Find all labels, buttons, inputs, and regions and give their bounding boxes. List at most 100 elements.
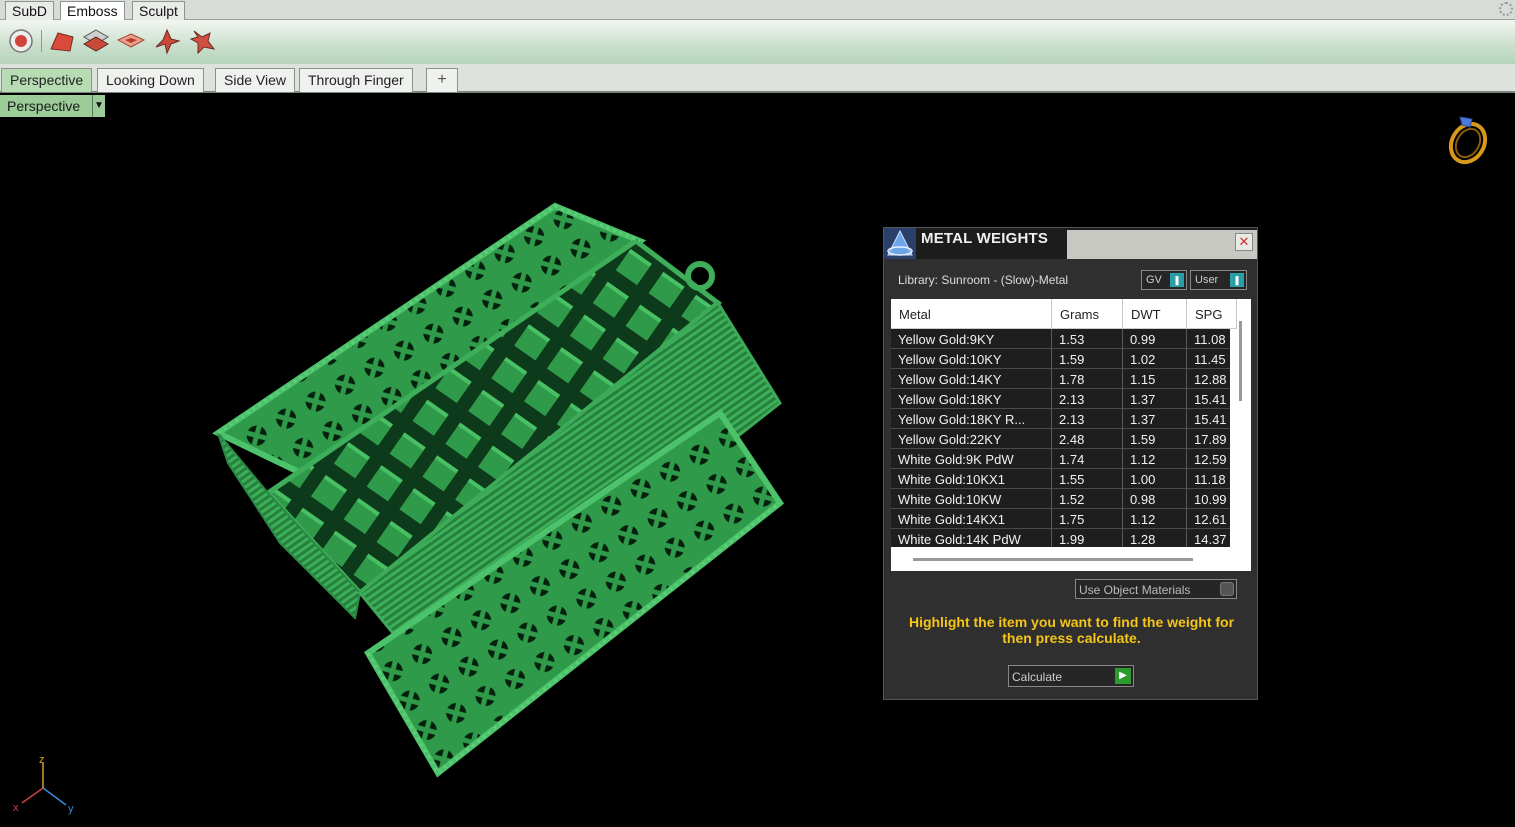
table-cell-grams: 1.55 — [1052, 469, 1123, 489]
axis-x-label: x — [13, 802, 19, 814]
table-cell-spg: 10.99 — [1187, 489, 1230, 509]
table-row[interactable]: Yellow Gold:9KY 1.53 0.99 11.08 — [891, 329, 1230, 349]
use-object-materials-label: Use Object Materials — [1079, 583, 1191, 597]
table-row[interactable]: Yellow Gold:22KY 2.48 1.59 17.89 — [891, 429, 1230, 449]
tab-perspective[interactable]: Perspective — [1, 68, 93, 92]
ring-view-icon[interactable] — [1444, 113, 1492, 165]
table-cell-metal: Yellow Gold:14KY — [891, 369, 1052, 389]
table-body: Yellow Gold:9KY 1.53 0.99 11.08 Yellow Gold:… — [891, 329, 1230, 547]
record-icon[interactable] — [7, 27, 35, 55]
table-cell-dwt: 1.28 — [1123, 529, 1187, 547]
tab-emboss[interactable]: Emboss — [60, 1, 125, 20]
column-header-grams[interactable]: Grams — [1052, 299, 1123, 329]
table-cell-dwt: 0.99 — [1123, 329, 1187, 349]
table-cell-metal: Yellow Gold:9KY — [891, 329, 1052, 349]
table-cell-dwt: 1.12 — [1123, 509, 1187, 529]
emboss-figure-icon[interactable] — [153, 27, 181, 55]
table-cell-metal: Yellow Gold:18KY R... — [891, 409, 1052, 429]
gv-dropdown-icon[interactable]: ❚ — [1170, 273, 1184, 287]
emboss-plane-icon[interactable] — [117, 27, 145, 55]
table-cell-grams: 1.52 — [1052, 489, 1123, 509]
use-object-materials-select[interactable]: Use Object Materials — [1075, 579, 1237, 599]
table-cell-grams: 1.74 — [1052, 449, 1123, 469]
table-row[interactable]: Yellow Gold:18KY R... 2.13 1.37 15.41 — [891, 409, 1230, 429]
table-cell-spg: 11.45 — [1187, 349, 1230, 369]
tab-side-view[interactable]: Side View — [215, 68, 296, 92]
table-row[interactable]: Yellow Gold:14KY 1.78 1.15 12.88 — [891, 369, 1230, 389]
table-cell-dwt: 1.37 — [1123, 389, 1187, 409]
axis-y-label: y — [68, 803, 74, 815]
vertical-scrollbar[interactable] — [1239, 321, 1242, 401]
tab-sculpt[interactable]: Sculpt — [132, 1, 185, 20]
gv-select[interactable]: GV ❚ — [1141, 270, 1187, 290]
use-object-materials-toggle-icon[interactable] — [1220, 582, 1234, 596]
column-header-dwt[interactable]: DWT — [1123, 299, 1187, 329]
panel-title-bar[interactable]: METAL WEIGHTS ✕ — [884, 228, 1257, 259]
table-cell-dwt: 1.15 — [1123, 369, 1187, 389]
metal-weights-panel: METAL WEIGHTS ✕ Library: Sunroom - (Slow… — [883, 227, 1258, 700]
table-cell-dwt: 1.12 — [1123, 449, 1187, 469]
table-cell-grams: 2.48 — [1052, 429, 1123, 449]
table-cell-metal: White Gold:14K PdW — [891, 529, 1052, 547]
close-icon[interactable]: ✕ — [1235, 233, 1253, 251]
play-icon[interactable]: ▶ — [1115, 668, 1131, 684]
table-cell-dwt: 0.98 — [1123, 489, 1187, 509]
emboss-layers-icon[interactable] — [82, 27, 110, 55]
table-row[interactable]: White Gold:10KW 1.52 0.98 10.99 — [891, 489, 1230, 509]
table-cell-grams: 1.59 — [1052, 349, 1123, 369]
tab-looking-down[interactable]: Looking Down — [97, 68, 204, 92]
table-row[interactable]: White Gold:14KX1 1.75 1.12 12.61 — [891, 509, 1230, 529]
table-cell-metal: White Gold:9K PdW — [891, 449, 1052, 469]
emboss-surface-icon[interactable] — [48, 27, 76, 55]
library-label: Library: Sunroom - (Slow)-Metal — [898, 273, 1069, 287]
table-cell-metal: White Gold:10KW — [891, 489, 1052, 509]
table-cell-spg: 11.08 — [1187, 329, 1230, 349]
toolbar-separator — [41, 30, 42, 52]
table-cell-dwt: 1.02 — [1123, 349, 1187, 369]
table-cell-spg: 12.61 — [1187, 509, 1230, 529]
user-dropdown-icon[interactable]: ❚ — [1230, 273, 1244, 287]
calculate-label: Calculate — [1012, 670, 1063, 684]
table-cell-spg: 15.41 — [1187, 389, 1230, 409]
table-row[interactable]: White Gold:10KX1 1.55 1.00 11.18 — [891, 469, 1230, 489]
table-cell-grams: 1.75 — [1052, 509, 1123, 529]
table-cell-spg: 15.41 — [1187, 409, 1230, 429]
table-row[interactable]: Yellow Gold:10KY 1.59 1.02 11.45 — [891, 349, 1230, 369]
table-cell-metal: Yellow Gold:18KY — [891, 389, 1052, 409]
table-cell-spg: 12.59 — [1187, 449, 1230, 469]
pyramid-logo-icon — [884, 228, 916, 259]
table-header: Metal Grams DWT SPG — [891, 299, 1237, 329]
calculate-button[interactable]: Calculate ▶ — [1008, 665, 1134, 687]
table-cell-grams: 1.78 — [1052, 369, 1123, 389]
table-cell-dwt: 1.59 — [1123, 429, 1187, 449]
metal-table[interactable]: Metal Grams DWT SPG Yellow Gold:9KY 1.53 0… — [891, 299, 1251, 571]
table-row[interactable]: White Gold:9K PdW 1.74 1.12 12.59 — [891, 449, 1230, 469]
jewelry-model[interactable] — [0, 93, 900, 827]
table-row[interactable]: Yellow Gold:18KY 2.13 1.37 15.41 — [891, 389, 1230, 409]
horizontal-scrollbar[interactable] — [913, 558, 1193, 561]
column-header-metal[interactable]: Metal — [891, 299, 1052, 329]
table-cell-metal: Yellow Gold:10KY — [891, 349, 1052, 369]
column-header-spg[interactable]: SPG — [1187, 299, 1237, 329]
axis-z-label: z — [39, 754, 45, 766]
viewport-perspective[interactable]: Perspective ▼ z x y — [0, 93, 1515, 827]
table-cell-grams: 2.13 — [1052, 389, 1123, 409]
settings-gear-icon[interactable] — [1499, 2, 1513, 16]
table-row[interactable]: White Gold:14K PdW 1.99 1.28 14.37 — [891, 529, 1230, 547]
table-cell-spg: 12.88 — [1187, 369, 1230, 389]
table-cell-metal: White Gold:10KX1 — [891, 469, 1052, 489]
user-select-value: User — [1195, 274, 1219, 286]
table-cell-grams: 1.53 — [1052, 329, 1123, 349]
user-select[interactable]: User ❚ — [1190, 270, 1247, 290]
table-cell-grams: 1.99 — [1052, 529, 1123, 547]
table-cell-dwt: 1.37 — [1123, 409, 1187, 429]
table-cell-dwt: 1.00 — [1123, 469, 1187, 489]
panel-title-fill — [1067, 230, 1257, 259]
table-cell-spg: 14.37 — [1187, 529, 1230, 547]
gv-select-value: GV — [1146, 274, 1162, 286]
tab-subd[interactable]: SubD — [5, 1, 55, 20]
table-cell-metal: White Gold:14KX1 — [891, 509, 1052, 529]
tab-through-finger[interactable]: Through Finger — [299, 68, 413, 92]
emboss-tools-icon[interactable] — [188, 27, 216, 55]
add-tab-button[interactable]: + — [426, 68, 458, 92]
